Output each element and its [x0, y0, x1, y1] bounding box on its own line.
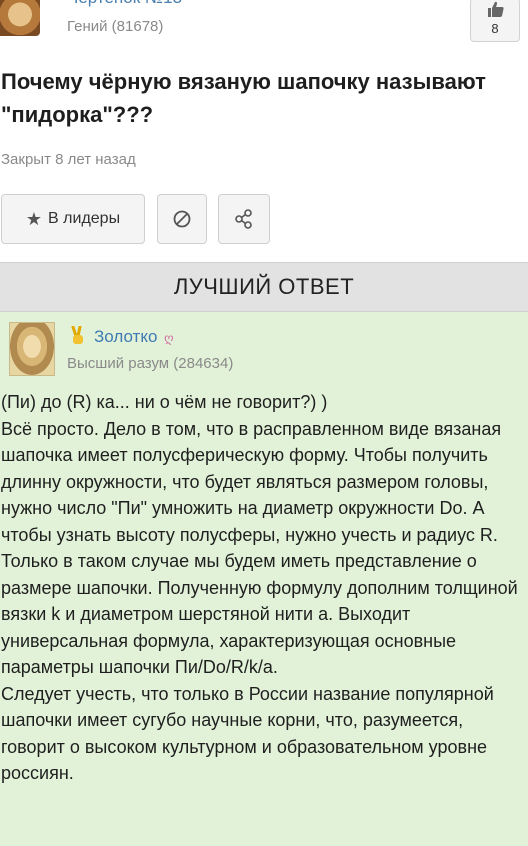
like-button[interactable]: 8 — [470, 0, 520, 42]
answer-author-name-text: Золотко — [94, 327, 158, 346]
answer-paragraph: (Пи) до (R) ка... ни о чём не говорит?) … — [1, 392, 328, 412]
question-author-avatar[interactable] — [0, 0, 40, 36]
add-to-leaders-button[interactable]: ★ В лидеры — [1, 194, 145, 244]
block-icon — [173, 210, 191, 228]
add-to-leaders-label: В лидеры — [48, 210, 121, 227]
question-author-name[interactable]: Чертенок №13 — [67, 0, 182, 8]
heart-badge-icon: ღ — [164, 331, 174, 345]
best-answer-title: ЛУЧШИЙ ОТВЕТ — [173, 274, 355, 299]
question-author-rank: Гений (81678) — [67, 18, 164, 35]
share-button[interactable] — [218, 194, 270, 244]
answer-paragraph: Следует учесть, что только в России назв… — [1, 683, 494, 784]
answer-author-name[interactable]: Золотко ღ — [94, 327, 174, 347]
answer-paragraph: Всё просто. Дело в том, что в расправлен… — [1, 418, 518, 678]
star-icon: ★ — [25, 208, 43, 229]
thumbs-up-icon — [488, 1, 504, 17]
question-title: Почему чёрную вязаную шапочку называют "… — [1, 69, 486, 127]
share-icon — [235, 209, 252, 229]
answer-text: (Пи) до (R) ка... ни о чём не говорит?) … — [1, 389, 525, 787]
victory-hand-icon — [71, 326, 83, 344]
best-answer-header: ЛУЧШИЙ ОТВЕТ — [0, 262, 528, 312]
question-status: Закрыт 8 лет назад — [1, 151, 136, 168]
answer-author-avatar[interactable] — [9, 322, 55, 376]
like-count: 8 — [491, 21, 499, 36]
answer-author-rank: Высший разум (284634) — [67, 355, 234, 372]
block-button[interactable] — [157, 194, 207, 244]
